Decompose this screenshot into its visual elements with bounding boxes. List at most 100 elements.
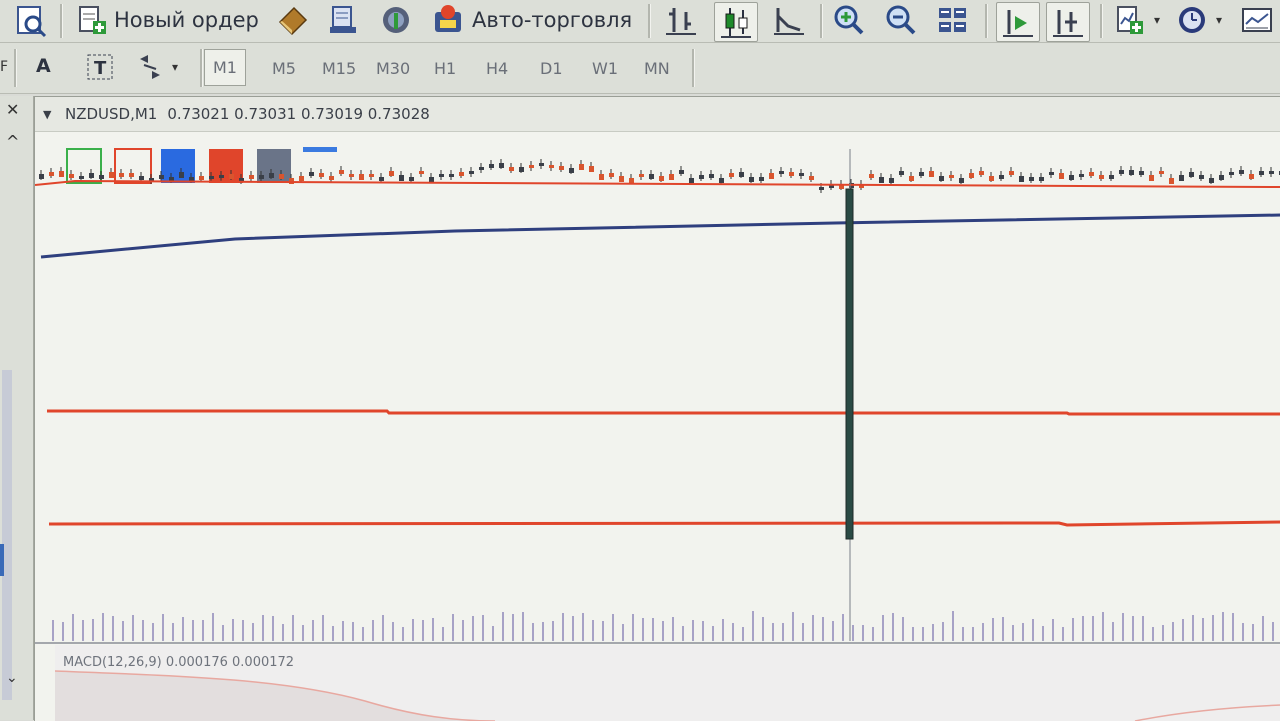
candle-body — [489, 164, 494, 168]
zoom-in-icon — [834, 5, 864, 35]
long-candle — [845, 188, 854, 540]
candle-body — [319, 173, 324, 177]
signals-button[interactable] — [380, 4, 412, 36]
periods-button[interactable]: ▾ — [1176, 4, 1222, 36]
candle-body — [369, 174, 374, 177]
toolbar-separator — [1100, 4, 1103, 38]
scroll-up-icon[interactable]: ^ — [6, 132, 19, 151]
timeframe-h1[interactable]: H1 — [434, 59, 456, 78]
candle-body — [919, 172, 924, 176]
timeframe-d1[interactable]: D1 — [540, 59, 563, 78]
candle-body — [269, 173, 274, 178]
bar-chart-button[interactable] — [664, 4, 698, 36]
candle-body — [179, 172, 184, 178]
candle-body — [259, 175, 264, 179]
candle-body — [219, 175, 224, 178]
candle-body — [599, 174, 604, 180]
market-watch-button[interactable] — [14, 4, 48, 38]
new-order-icon — [79, 6, 106, 34]
candlestick-button[interactable] — [714, 2, 758, 42]
candle-body — [979, 171, 984, 175]
candle-body — [69, 174, 74, 178]
zoom-in-button[interactable] — [832, 4, 866, 36]
candle-body — [99, 175, 104, 179]
metaeditor-button[interactable] — [276, 4, 308, 36]
candle-body — [569, 168, 574, 173]
candle-body — [139, 176, 144, 180]
candle-body — [1239, 170, 1244, 174]
candle-body — [529, 165, 534, 168]
tile-windows-button[interactable] — [936, 4, 970, 36]
chart-shift-button[interactable] — [1046, 2, 1090, 42]
timeframe-m30[interactable]: M30 — [376, 59, 410, 78]
line-chart-button[interactable] — [772, 4, 806, 36]
candle-body — [289, 178, 294, 184]
candle-body — [879, 177, 884, 183]
candle-body — [629, 178, 634, 183]
auto-trading-button[interactable]: Авто-торговля — [432, 4, 632, 36]
candle-body — [1159, 171, 1164, 174]
candle-body — [949, 175, 954, 178]
moving-average-blue — [40, 213, 1280, 259]
price-line-red — [35, 179, 1280, 188]
chart-header: ▼ NZDUSD,M1 0.73021 0.73031 0.73019 0.73… — [35, 97, 1280, 132]
candle-body — [909, 176, 914, 181]
candle-body — [1089, 172, 1094, 176]
autoscroll-button[interactable] — [996, 2, 1040, 42]
candle-body — [309, 172, 314, 176]
chart-menu-arrow-icon[interactable]: ▼ — [43, 108, 51, 121]
chart-shift-icon — [1053, 10, 1083, 37]
chart-window[interactable]: ▼ NZDUSD,M1 0.73021 0.73031 0.73019 0.73… — [34, 96, 1280, 721]
candle-body — [1079, 174, 1084, 177]
timeframe-m15[interactable]: M15 — [322, 59, 356, 78]
candle-body — [129, 173, 134, 177]
candle-body — [1039, 177, 1044, 181]
candle-body — [379, 177, 384, 181]
candle-body — [1199, 175, 1204, 179]
tile-windows-icon — [939, 8, 966, 32]
auto-trading-icon — [435, 5, 461, 32]
new-order-button[interactable]: Новый ордер — [76, 4, 259, 36]
zoom-out-button[interactable] — [884, 4, 918, 36]
experts-button[interactable] — [327, 4, 359, 36]
candle-body — [1189, 172, 1194, 177]
candle-body — [1109, 175, 1114, 179]
candle-body — [1059, 173, 1064, 179]
candle-body — [579, 164, 584, 170]
candle-body — [1229, 172, 1234, 175]
text-tool-button[interactable]: A — [36, 55, 51, 77]
candle-body — [1009, 171, 1014, 175]
candle-body — [1069, 175, 1074, 180]
candle-body — [939, 176, 944, 181]
templates-button[interactable] — [1240, 4, 1274, 36]
candle-body — [869, 174, 874, 178]
candle-body — [809, 176, 814, 180]
level-box-red-filled — [209, 149, 243, 183]
candle-body — [759, 177, 764, 181]
timeframe-mn[interactable]: MN — [644, 59, 670, 78]
scrollbar[interactable] — [2, 370, 12, 700]
candle-body — [549, 165, 554, 168]
candle-body — [609, 173, 614, 177]
timeframe-m1[interactable]: M1 — [204, 49, 246, 86]
experts-icon — [330, 6, 356, 33]
indicators-button[interactable]: ▾ — [1114, 4, 1160, 36]
timeframe-w1[interactable]: W1 — [592, 59, 618, 78]
timeframe-m5[interactable]: M5 — [272, 59, 296, 78]
dropdown-arrow-icon: ▾ — [172, 60, 179, 74]
close-icon[interactable]: ✕ — [6, 100, 19, 119]
candle-body — [169, 177, 174, 181]
timeframe-h4[interactable]: H4 — [486, 59, 508, 78]
candle-body — [349, 174, 354, 177]
toolbar-separator — [200, 49, 203, 87]
candle-body — [299, 176, 304, 181]
price-chart[interactable] — [35, 131, 1280, 721]
candle-body — [449, 174, 454, 177]
candle-body — [639, 174, 644, 177]
text-label-tool-button[interactable]: T — [86, 53, 114, 81]
toolbar-separator — [820, 4, 823, 38]
scroll-down-icon[interactable]: ⌄ — [6, 670, 18, 686]
arrows-tool-button[interactable]: ▾ — [136, 53, 178, 81]
candle-body — [799, 173, 804, 176]
candle-body — [959, 178, 964, 183]
